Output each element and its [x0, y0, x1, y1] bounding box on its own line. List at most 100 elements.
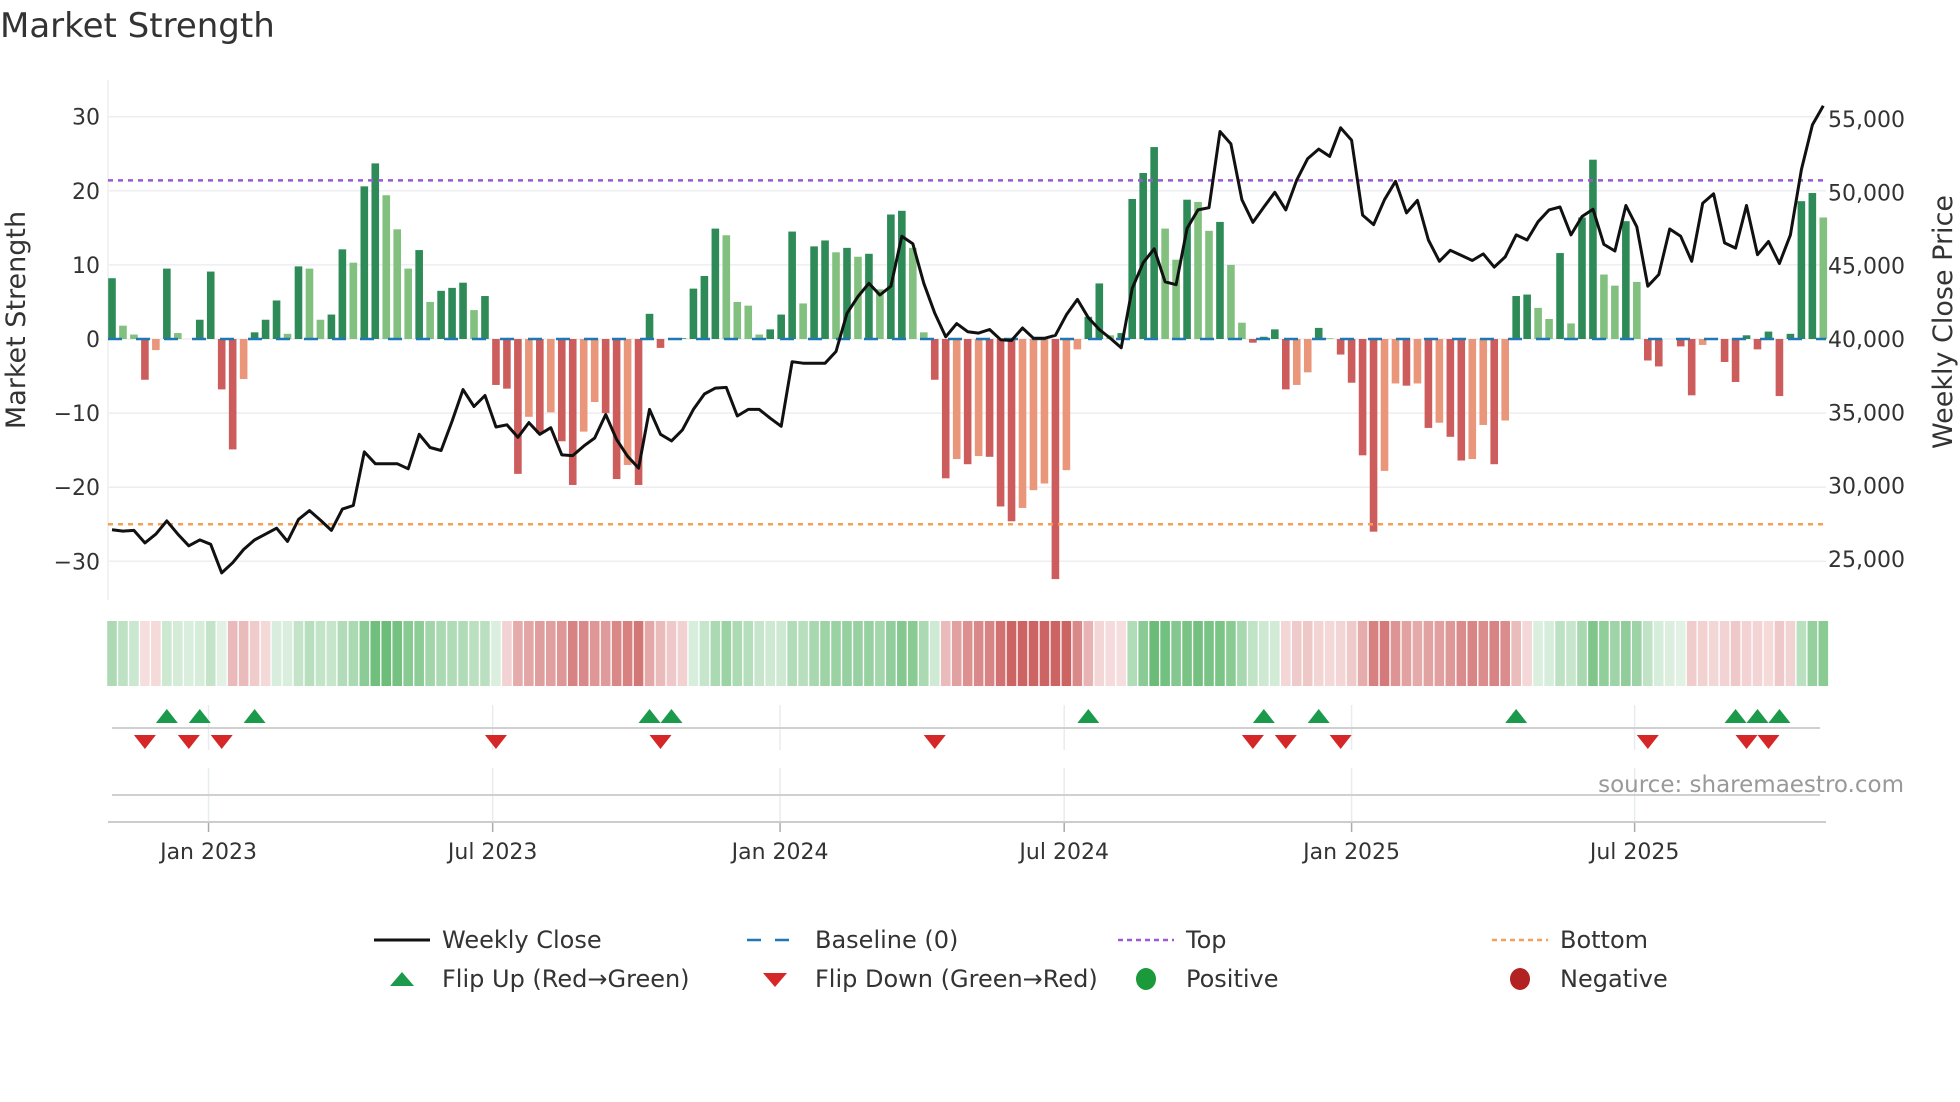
heatmap-cell: [293, 621, 304, 686]
heatmap-cell: [337, 621, 348, 686]
heatmap-cell: [842, 621, 852, 686]
heatmap-cell: [140, 621, 150, 686]
strength-bar: [1216, 221, 1224, 339]
heatmap-cell: [1785, 621, 1796, 686]
heatmap-cell: [787, 621, 797, 686]
strength-bar: [1654, 339, 1663, 367]
heatmap-cell: [1423, 621, 1434, 686]
heatmap-cell: [249, 621, 260, 686]
heatmap-cell: [918, 621, 929, 686]
strength-bar: [1819, 217, 1828, 339]
flip-up-marker: [1077, 709, 1100, 723]
heatmap-cell: [524, 621, 534, 686]
heatmap-cell: [710, 621, 721, 686]
heatmap-cell: [721, 621, 732, 686]
strength-bar: [777, 314, 785, 339]
strength-bars: [108, 147, 1828, 580]
strength-bar: [1336, 339, 1345, 355]
flip-up-marker: [660, 709, 683, 723]
heatmap-cell: [1456, 621, 1467, 686]
strength-bar: [217, 339, 226, 390]
strength-bar: [382, 195, 391, 339]
heatmap-cell: [1094, 621, 1105, 686]
strength-bar: [141, 339, 149, 380]
strength-bar: [327, 314, 336, 339]
heatmap-cell: [447, 621, 457, 686]
top-legend-icon: [1116, 925, 1176, 955]
strength-bar: [1040, 339, 1049, 484]
strength-bar: [1523, 294, 1531, 339]
strength-bar: [1271, 329, 1279, 339]
strength-bar: [1446, 339, 1455, 437]
strength-bar: [1051, 339, 1060, 580]
strength-bar: [656, 339, 665, 348]
heatmap-cell: [962, 621, 973, 686]
heatmap-cell: [403, 621, 413, 686]
y2-tick-label: 50,000: [1828, 181, 1905, 206]
strength-bar: [1808, 193, 1817, 339]
strength-bar: [733, 301, 742, 339]
heatmap-cell: [622, 621, 633, 686]
strength-bar: [1018, 339, 1027, 508]
strength-bar: [1139, 173, 1147, 339]
heatmap-cell: [1116, 621, 1127, 686]
strength-bar: [481, 296, 489, 339]
heatmap-cell: [458, 621, 468, 686]
heatmap-cell: [1610, 621, 1620, 686]
strength-bar: [316, 319, 325, 339]
strength-bar: [1567, 323, 1575, 339]
y2-tick-label: 35,000: [1828, 401, 1905, 426]
strength-bar: [1424, 339, 1433, 428]
heatmap-cell: [436, 621, 446, 686]
heatmap-cell: [238, 621, 249, 686]
heatmap-cell: [1708, 621, 1719, 686]
heatmap-cell: [1182, 621, 1192, 686]
heatmap-cell: [951, 621, 962, 686]
strength-bar: [1720, 339, 1729, 362]
strength-bar: [294, 266, 303, 339]
legend-label: Top: [1186, 926, 1227, 954]
strength-bar: [766, 329, 774, 339]
heatmap-cell: [633, 621, 644, 686]
heatmap-cell: [1522, 621, 1532, 686]
strength-bar: [1468, 339, 1477, 460]
strength-bar: [525, 339, 533, 417]
strength-bar: [1611, 285, 1619, 339]
heatmap-cell: [469, 621, 479, 686]
legend-label: Baseline (0): [815, 926, 959, 954]
heatmap-cell: [183, 621, 194, 686]
strength-bar: [360, 186, 369, 339]
heatmap-cell: [1204, 621, 1214, 686]
legend-item-positive: Positive: [1116, 964, 1279, 994]
heatmap-cell: [809, 621, 819, 686]
heatmap-cell: [1237, 621, 1247, 686]
strength-bar: [1600, 274, 1608, 339]
strength-bar: [1644, 339, 1652, 361]
x-tick-label: Jul 2024: [1017, 840, 1109, 865]
flip-up-marker: [1724, 709, 1747, 723]
strength-bar: [228, 339, 237, 450]
heatmap-cell: [194, 621, 205, 686]
strength-bar: [404, 268, 412, 339]
heatmap-cell: [699, 621, 710, 686]
heatmap-cell: [995, 621, 1006, 686]
x-tick-label: Jan 2023: [158, 840, 257, 865]
strength-bar: [1347, 339, 1356, 383]
strength-bar: [909, 247, 917, 339]
heatmap-cell: [644, 621, 655, 686]
heatmap-cell: [491, 621, 501, 686]
strength-bar: [547, 339, 555, 413]
strength-bar: [1391, 339, 1400, 384]
strength-bar: [536, 339, 544, 434]
heatmap-cell: [1675, 621, 1686, 686]
y-tick-label: −20: [54, 476, 100, 501]
flip-up-marker: [155, 709, 178, 723]
heatmap-cell: [743, 621, 754, 686]
strength-bar: [1227, 264, 1235, 339]
legend-label: Weekly Close: [442, 926, 602, 954]
heatmap-cell: [1127, 621, 1138, 686]
axes: −30 −20 −10 0 10 20 30 25,000 30,000 35,000 40,000…: [1, 106, 1959, 865]
legend-label: Flip Up (Red→Green): [442, 965, 690, 993]
heatmap-cell: [578, 621, 589, 686]
strength-bar: [415, 250, 423, 339]
